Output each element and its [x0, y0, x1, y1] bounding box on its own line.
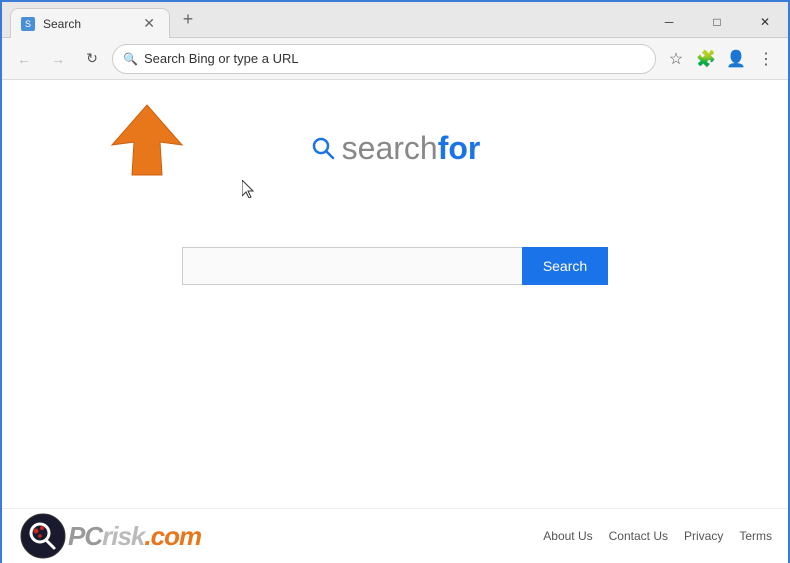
search-button[interactable]: Search [522, 247, 608, 285]
tab-close-button[interactable]: ✕ [139, 13, 159, 34]
restore-button[interactable]: □ [694, 7, 740, 37]
logo-search-icon [310, 135, 338, 163]
footer-link-contact[interactable]: Contact Us [609, 529, 668, 543]
new-tab-button[interactable]: + [174, 6, 202, 34]
footer-link-about[interactable]: About Us [543, 529, 592, 543]
browser-tab[interactable]: S Search ✕ [10, 8, 170, 38]
pcrisk-risk: risk [102, 521, 144, 552]
favorites-button[interactable]: ☆ [662, 45, 690, 73]
profile-button[interactable]: 👤 [722, 45, 750, 73]
search-area: Search [182, 247, 608, 285]
menu-button[interactable]: ⋮ [752, 45, 780, 73]
footer-logo: PCrisk.com [18, 511, 201, 561]
site-logo: searchfor [310, 130, 481, 167]
mouse-cursor [242, 180, 254, 198]
footer-link-privacy[interactable]: Privacy [684, 529, 723, 543]
arrow-annotation [62, 100, 202, 185]
footer: PCrisk.com About Us Contact Us Privacy T… [2, 508, 788, 563]
minimize-button[interactable]: ─ [646, 7, 692, 37]
tab-favicon: S [21, 17, 35, 31]
back-button[interactable]: ← [10, 45, 38, 73]
footer-links: About Us Contact Us Privacy Terms [543, 529, 772, 543]
search-input[interactable] [182, 247, 522, 285]
address-security-icon: 🔍 [123, 52, 138, 66]
pcrisk-icon [18, 511, 68, 561]
browser-toolbar: ← → ↻ 🔍 Search Bing or type a URL ☆ 🧩 👤 … [2, 38, 788, 80]
pcrisk-pc: PC [68, 521, 102, 552]
forward-button[interactable]: → [44, 45, 72, 73]
pcrisk-com: .com [144, 521, 201, 552]
close-button[interactable]: ✕ [742, 7, 788, 37]
refresh-button[interactable]: ↻ [78, 45, 106, 73]
footer-link-terms[interactable]: Terms [739, 529, 772, 543]
logo-text: searchfor [342, 130, 481, 167]
extensions-button[interactable]: 🧩 [692, 45, 720, 73]
tab-title: Search [43, 17, 131, 31]
address-text: Search Bing or type a URL [144, 51, 645, 66]
address-bar[interactable]: 🔍 Search Bing or type a URL [112, 44, 656, 74]
webpage-content: searchfor Search PCrisk.com About Us Con [2, 80, 788, 563]
